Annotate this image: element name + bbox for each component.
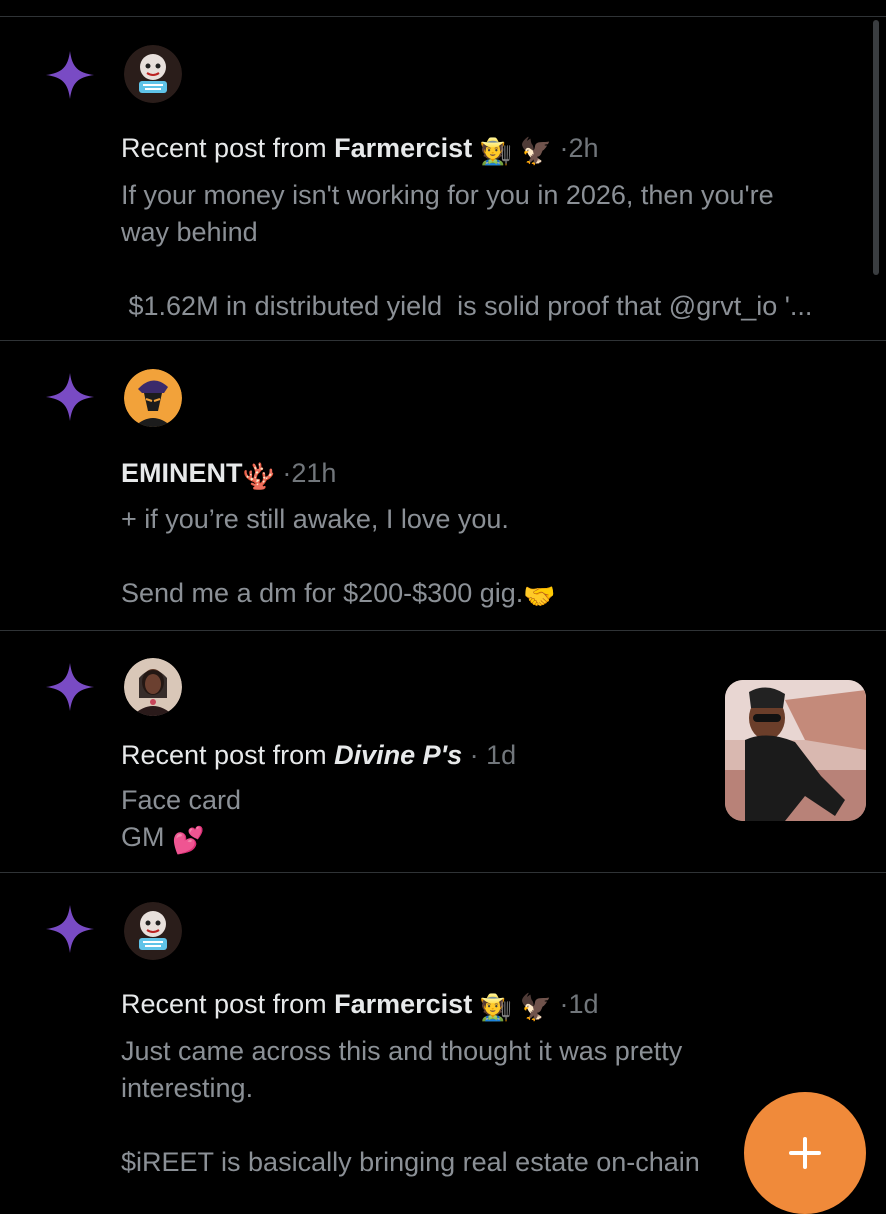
post-preview: + if you’re still awake, I love you. Sen…: [121, 501, 861, 612]
notification-headline: Recent post from Farmercist 🧑‍🌾 🦅 ·2h: [121, 131, 599, 166]
avatar[interactable]: [124, 45, 182, 103]
post-line: [121, 251, 861, 288]
post-line: + if you’re still awake, I love you.: [121, 504, 509, 534]
plus-icon: [789, 1137, 821, 1169]
post-line: Face card: [121, 785, 242, 815]
post-line: way behind: [121, 217, 258, 247]
post-line: $1.62M in distributed yield is solid pro…: [121, 291, 813, 321]
notification-headline: Recent post from Divine P's · 1d: [121, 738, 516, 772]
separator-dot: ·: [469, 740, 479, 770]
post-line: If your money isn't working for you in 2…: [121, 180, 774, 210]
eagle-emoji-icon: 🦅: [519, 992, 552, 1022]
coral-emoji-icon: 🪸: [242, 461, 275, 491]
notification-item[interactable]: Recent post from Farmercist 🧑‍🌾 🦅 ·2h If…: [0, 17, 886, 341]
post-line-with-emoji: Send me a dm for $200-$300 gig.🤝: [121, 575, 861, 612]
author-name[interactable]: Divine P's: [334, 740, 462, 770]
avatar[interactable]: [124, 658, 182, 716]
author-name[interactable]: EMINENT: [121, 458, 243, 488]
post-line: GM: [121, 822, 165, 852]
post-line: [121, 538, 861, 575]
headline-prefix: Recent post from: [121, 989, 327, 1019]
post-line-with-emoji: GM 💕: [121, 819, 701, 856]
post-preview: Face card GM 💕: [121, 782, 701, 856]
sparkle-star-icon: [46, 905, 94, 953]
timestamp: 1d: [568, 989, 599, 1019]
author-name[interactable]: Farmercist: [334, 133, 472, 163]
sparkle-star-icon: [46, 51, 94, 99]
post-preview: If your money isn't working for you in 2…: [121, 177, 861, 325]
notification-item[interactable]: Recent post from Divine P's · 1d Face ca…: [0, 631, 886, 873]
notification-headline: EMINENT🪸 ·21h: [121, 456, 336, 491]
timestamp: 1d: [486, 740, 517, 770]
post-thumbnail[interactable]: [725, 680, 866, 821]
eagle-emoji-icon: 🦅: [519, 136, 552, 166]
farmer-emoji-icon: 🧑‍🌾: [479, 992, 513, 1022]
notification-item[interactable]: EMINENT🪸 ·21h + if you’re still awake, I…: [0, 341, 886, 631]
timestamp: 2h: [568, 133, 599, 163]
post-line: Send me a dm for $200-$300 gig.: [121, 578, 524, 608]
post-line: interesting.: [121, 1073, 254, 1103]
headline-prefix: Recent post from: [121, 740, 327, 770]
post-line: Just came across this and thought it was…: [121, 1036, 683, 1066]
headline-prefix: Recent post from: [121, 133, 327, 163]
notification-headline: Recent post from Farmercist 🧑‍🌾 🦅 ·1d: [121, 987, 599, 1022]
avatar[interactable]: [124, 369, 182, 427]
sparkle-star-icon: [46, 663, 94, 711]
handshake-emoji-icon: 🤝: [523, 581, 556, 611]
author-name[interactable]: Farmercist: [334, 989, 472, 1019]
avatar[interactable]: [124, 902, 182, 960]
farmer-emoji-icon: 🧑‍🌾: [479, 136, 513, 166]
timestamp: 21h: [291, 458, 337, 488]
two-hearts-emoji-icon: 💕: [172, 825, 205, 855]
compose-button[interactable]: [744, 1092, 866, 1214]
sparkle-star-icon: [46, 373, 94, 421]
